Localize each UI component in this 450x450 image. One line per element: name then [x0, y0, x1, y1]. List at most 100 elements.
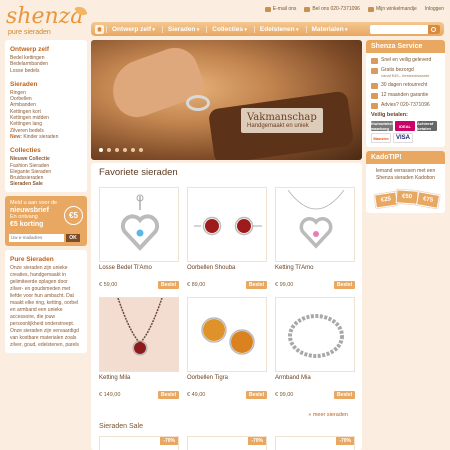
sidebar-link[interactable]: Sieraden Sale [10, 181, 82, 187]
nav-item-collecties[interactable]: Collecties [206, 25, 252, 33]
main-nav: Ontwerp zelf Sieraden Collecties Edelste… [91, 22, 444, 36]
hero-ring-image [186, 95, 210, 111]
product-name[interactable]: Armband Mia [275, 375, 355, 381]
euro-badge: €5 [64, 205, 83, 225]
gift-icon [371, 68, 378, 74]
category-menu: Ontwerp zelf Bedel kettingen Bedelarmban… [5, 40, 87, 192]
logo-name: shenza [6, 4, 84, 29]
home-icon[interactable] [95, 24, 104, 34]
payment-logos: thuiswinkel waarborg iDEAL Achteraf beta… [371, 121, 440, 143]
giftcards: €25 €50 €75 [371, 184, 441, 209]
product-card[interactable]: Losse Bedel Ti'Amo € 59,00 Bestel [99, 187, 179, 293]
product-price: € 99,00 [275, 282, 294, 288]
product-card[interactable]: Oorbellen Tigra € 49,00 Bestel [187, 297, 267, 403]
product-image[interactable] [275, 297, 355, 372]
order-button[interactable]: Bestel [333, 281, 355, 289]
sale-card[interactable]: -70% [187, 436, 267, 450]
phone-link-label: Bel ons 020-7371096 [312, 6, 360, 12]
slider-dots [99, 148, 143, 152]
discount-badge: -70% [160, 437, 178, 445]
hero-title: Vakmanschap [247, 112, 317, 123]
phone-link[interactable]: Bel ons 020-7371096 [304, 6, 360, 12]
email-link-label: E-mail ons [272, 6, 297, 12]
product-price: € 99,00 [275, 392, 294, 398]
pure-sieraden-box: Pure Sieraden Onze sieraden zijn unieke … [5, 249, 87, 353]
ideal-logo: iDEAL [395, 121, 415, 131]
product-grid: Losse Bedel Ti'Amo € 59,00 Bestel Oorbell… [99, 187, 355, 403]
more-jewelry-link[interactable]: » meer sieraden [308, 412, 348, 418]
slider-dot[interactable] [107, 148, 111, 152]
service-item: Snel en veilig geleverd [371, 57, 440, 64]
product-image[interactable] [99, 187, 179, 262]
product-card[interactable]: Ketting Ti'Amo € 99,00 Bestel [275, 187, 355, 293]
product-price: € 49,00 [187, 392, 206, 398]
favorites-title: Favoriete sieraden [99, 167, 178, 178]
product-card[interactable]: Armband Mia € 99,00 Bestel [275, 297, 355, 403]
order-button[interactable]: Bestel [157, 391, 179, 399]
nav-item-sieraden[interactable]: Sieraden [161, 25, 204, 33]
phone-icon [304, 6, 311, 12]
hero-banner[interactable]: Vakmanschap Handgemaakt en uniek [91, 40, 362, 160]
nav-item-materialen[interactable]: Materialen [305, 25, 353, 33]
sidebar-heading: Sieraden [10, 80, 38, 88]
hero-hand-image [104, 41, 208, 124]
product-name[interactable]: Ketting Ti'Amo [275, 265, 355, 271]
giftcard: €25 [374, 191, 398, 209]
kadotip-heading: KadoTIP! [366, 151, 445, 164]
slider-dot[interactable] [131, 148, 135, 152]
sidebar-heading: Collecties [10, 147, 41, 155]
product-name[interactable]: Oorbellen Tigra [187, 375, 267, 381]
cart-link-label: Mijn winkelmandje [375, 6, 417, 12]
order-button[interactable]: Bestel [157, 281, 179, 289]
login-link[interactable]: Inloggen [425, 6, 444, 12]
logo[interactable]: shenza pure sieraden [6, 4, 88, 36]
product-image[interactable] [275, 187, 355, 262]
maestro-logo: Maestro [371, 133, 391, 143]
newsletter-form: OK [9, 233, 80, 242]
service-text: 30 dagen retourrecht [381, 82, 428, 88]
search-icon[interactable] [428, 24, 440, 34]
product-image[interactable] [187, 297, 267, 372]
hero-caption: Vakmanschap Handgemaakt en uniek [241, 108, 323, 133]
newsletter-email-field[interactable] [9, 233, 64, 242]
service-subtext: vanaf €45,- besteedwaarde [381, 73, 430, 78]
product-image[interactable] [187, 187, 267, 262]
order-button[interactable]: Bestel [245, 391, 267, 399]
slider-dot[interactable] [139, 148, 143, 152]
product-price: € 149,00 [99, 392, 121, 398]
product-name[interactable]: Losse Bedel Ti'Amo [99, 265, 179, 271]
kadotip-text: Iemand verrassen met een Shenza sieraden… [375, 168, 436, 181]
product-card[interactable]: Oorbellen Shouba € 89,00 Bestel [187, 187, 267, 293]
hero-subtitle: Handgemaakt en uniek [247, 123, 309, 129]
slider-dot[interactable] [123, 148, 127, 152]
nav-item-edelstenen[interactable]: Edelstenen [253, 25, 304, 33]
sale-card[interactable]: -70% [99, 436, 179, 450]
product-name[interactable]: Oorbellen Shouba [187, 265, 267, 271]
pure-heading: Pure Sieraden [10, 255, 54, 263]
service-box: Shenza Service Snel en veilig geleverd G… [366, 40, 445, 147]
kadotip-box[interactable]: KadoTIP! Iemand verrassen met een Shenza… [366, 151, 445, 213]
product-card[interactable]: Ketting Mila € 149,00 Bestel [99, 297, 179, 403]
visa-logo: VISA [393, 133, 413, 143]
slider-dot[interactable] [99, 148, 103, 152]
product-price: € 89,00 [187, 282, 206, 288]
sale-card[interactable]: -70% [275, 436, 355, 450]
afterpay-logo: Achteraf betalen [417, 121, 437, 131]
order-button[interactable]: Bestel [333, 391, 355, 399]
new-link-label: Kinder sieraden [23, 133, 59, 140]
email-link[interactable]: E-mail ons [264, 6, 297, 12]
product-name[interactable]: Ketting Mila [99, 375, 179, 381]
discount-badge: -70% [336, 437, 354, 445]
service-text: Snel en veilig geleverd [381, 57, 432, 63]
nav-item-ontwerp-zelf[interactable]: Ontwerp zelf [106, 25, 160, 33]
service-text: Advies? 020-7371096 [381, 102, 430, 108]
email-icon [264, 6, 271, 12]
newsletter-ok-button[interactable]: OK [66, 233, 80, 242]
cart-link[interactable]: Mijn winkelmandje [367, 6, 417, 12]
order-button[interactable]: Bestel [245, 281, 267, 289]
giftcard: €50 [395, 189, 419, 205]
search-input[interactable] [370, 24, 440, 34]
product-image[interactable] [99, 297, 179, 372]
slider-dot[interactable] [115, 148, 119, 152]
sidebar-heading: Ontwerp zelf [10, 46, 50, 53]
